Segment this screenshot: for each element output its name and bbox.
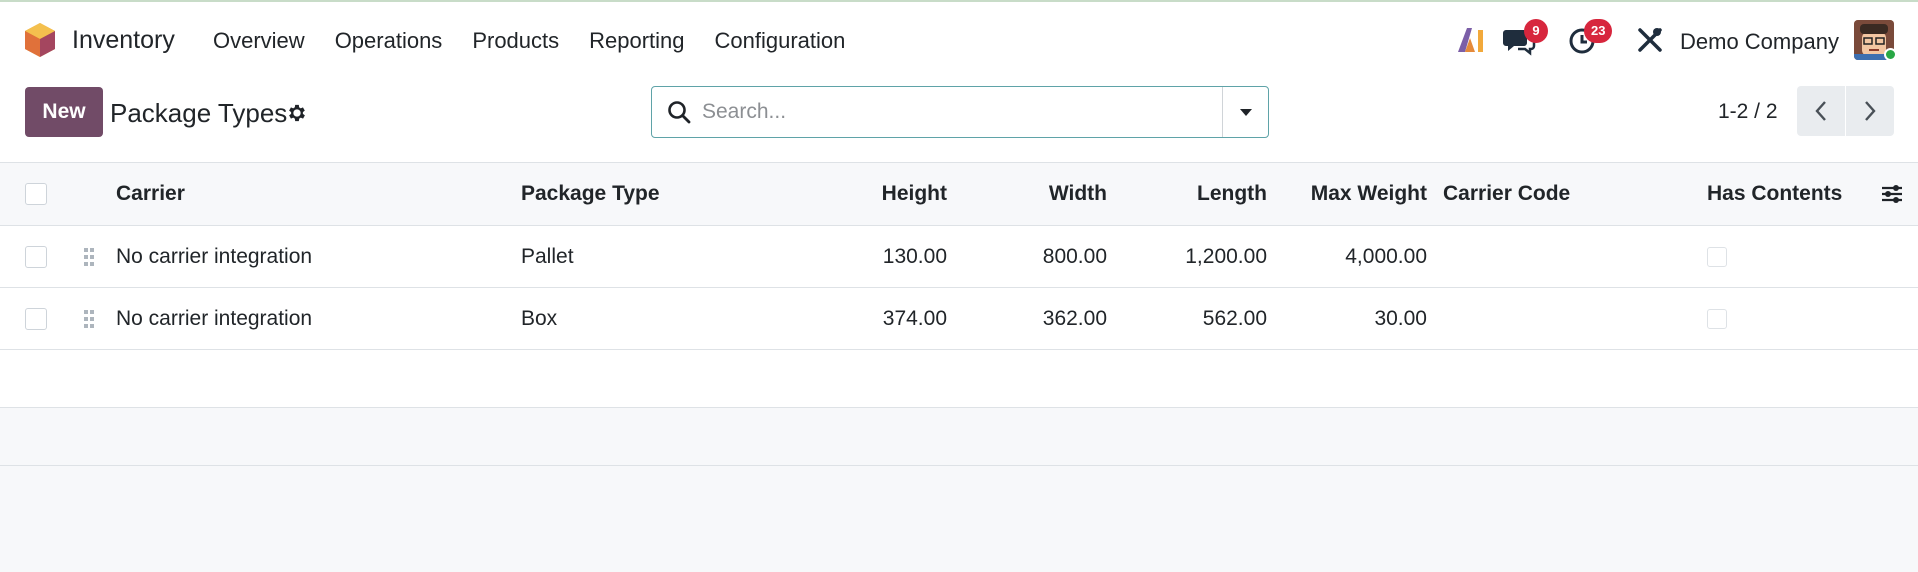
column-header-max-weight[interactable]: Max Weight <box>1280 163 1427 225</box>
column-header-carrier-code[interactable]: Carrier Code <box>1443 163 1570 225</box>
cell-max-weight: 30.00 <box>1374 306 1427 330</box>
cell-length: 1,200.00 <box>1185 244 1267 268</box>
pager-next-button[interactable] <box>1846 86 1894 136</box>
column-header-length[interactable]: Length <box>1120 163 1267 225</box>
chevron-right-icon <box>1865 101 1876 121</box>
search-options-toggle[interactable] <box>1222 87 1268 137</box>
column-header-carrier[interactable]: Carrier <box>116 163 185 225</box>
optional-columns-icon[interactable] <box>1880 183 1904 205</box>
has-contents-checkbox <box>1707 246 1727 267</box>
empty-row <box>0 350 1918 408</box>
table-header-row: Carrier Package Type Height Width Length… <box>0 162 1918 226</box>
package-types-table: Carrier Package Type Height Width Length… <box>0 162 1918 466</box>
cell-max-weight: 4,000.00 <box>1345 244 1427 268</box>
column-header-height[interactable]: Height <box>800 163 947 225</box>
pager-value[interactable]: 1-2 / 2 <box>1718 100 1778 124</box>
table-row[interactable]: No carrier integration Pallet 130.00 800… <box>0 226 1918 288</box>
gear-icon[interactable] <box>286 102 308 124</box>
ai-icon[interactable] <box>1456 26 1486 54</box>
main-menu: Overview Operations Products Reporting C… <box>213 28 875 54</box>
activities-count-badge: 23 <box>1584 19 1613 43</box>
cell-package-type: Box <box>521 306 558 330</box>
row-checkbox[interactable] <box>25 307 47 330</box>
cell-carrier: No carrier integration <box>116 244 313 268</box>
page-title: Package Types <box>110 98 288 128</box>
caret-down-icon <box>1239 109 1252 116</box>
online-status-dot <box>1884 48 1897 61</box>
company-switcher[interactable]: Demo Company <box>1680 29 1839 55</box>
column-header-width[interactable]: Width <box>960 163 1107 225</box>
new-button[interactable]: New <box>25 87 103 137</box>
chevron-left-icon <box>1815 101 1826 121</box>
menu-item-operations[interactable]: Operations <box>335 28 443 54</box>
cell-has-contents <box>1707 288 1727 349</box>
cell-has-contents <box>1707 226 1727 287</box>
column-header-package-type[interactable]: Package Type <box>521 163 660 225</box>
cell-length: 562.00 <box>1202 306 1267 330</box>
cell-width: 362.00 <box>1042 306 1107 330</box>
cell-package-type: Pallet <box>521 244 574 268</box>
menu-item-configuration[interactable]: Configuration <box>715 28 846 54</box>
cell-width: 800.00 <box>1042 244 1107 268</box>
column-header-has-contents[interactable]: Has Contents <box>1707 163 1842 225</box>
menu-item-overview[interactable]: Overview <box>213 28 305 54</box>
inventory-app-icon[interactable] <box>24 22 56 58</box>
empty-row <box>0 408 1918 466</box>
pager-previous-button[interactable] <box>1797 86 1845 136</box>
cell-height: 374.00 <box>882 306 947 330</box>
search-bar <box>651 86 1269 138</box>
messages-count-badge: 9 <box>1524 19 1548 43</box>
drag-handle-icon[interactable] <box>82 246 96 268</box>
app-name[interactable]: Inventory <box>72 26 175 55</box>
cell-height: 130.00 <box>882 244 947 268</box>
menu-item-reporting[interactable]: Reporting <box>589 28 684 54</box>
has-contents-checkbox <box>1707 308 1727 329</box>
select-all-checkbox[interactable] <box>25 183 47 205</box>
search-icon <box>668 101 691 124</box>
menu-item-products[interactable]: Products <box>472 28 559 54</box>
search-input[interactable] <box>702 97 1202 127</box>
top-navbar: Inventory Overview Operations Products R… <box>0 0 1918 78</box>
debug-tools-icon[interactable] <box>1636 26 1664 54</box>
row-checkbox[interactable] <box>25 245 47 268</box>
drag-handle-icon[interactable] <box>82 308 96 330</box>
table-row[interactable]: No carrier integration Box 374.00 362.00… <box>0 288 1918 350</box>
cell-carrier: No carrier integration <box>116 306 313 330</box>
